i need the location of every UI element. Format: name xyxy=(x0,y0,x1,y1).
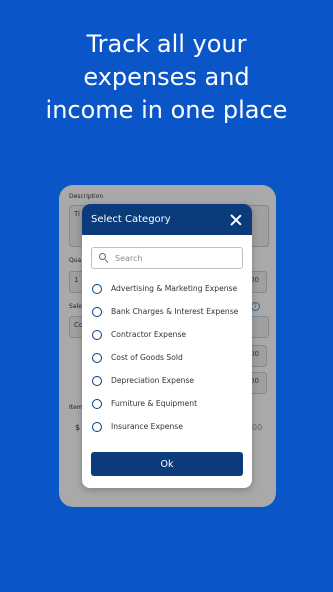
modal-header: Select Category xyxy=(82,204,252,235)
category-option-advertising[interactable]: Advertising & Marketing Expense xyxy=(92,277,247,300)
category-option-contractor[interactable]: Contractor Expense xyxy=(92,323,247,346)
ok-button[interactable]: Ok xyxy=(91,452,243,476)
amount-value-4: 00 xyxy=(252,423,263,432)
category-option-depreciation[interactable]: Depreciation Expense xyxy=(92,369,247,392)
category-label: Contractor Expense xyxy=(111,330,187,339)
close-icon[interactable] xyxy=(230,214,242,226)
radio-button-icon[interactable] xyxy=(92,352,102,363)
search-box[interactable] xyxy=(91,247,243,269)
radio-button-icon[interactable] xyxy=(92,375,102,386)
category-option-cogs[interactable]: Cost of Goods Sold xyxy=(92,346,247,369)
category-label: Advertising & Marketing Expense xyxy=(111,284,238,293)
radio-button-icon[interactable] xyxy=(92,306,102,317)
radio-button-icon[interactable] xyxy=(92,398,102,409)
headline-line-2: expenses and xyxy=(83,63,250,91)
currency-symbol: $ xyxy=(75,423,81,432)
headline-line-3: income in one place xyxy=(45,96,288,124)
search-icon xyxy=(99,253,109,264)
headline-line-1: Track all your xyxy=(86,30,247,58)
quantity-label: Qua xyxy=(69,257,82,264)
category-label: Insurance Expense xyxy=(111,422,183,431)
sales-label: Sale xyxy=(69,303,82,310)
headline: Track all your expenses and income in on… xyxy=(0,28,333,127)
modal-title: Select Category xyxy=(91,214,171,225)
select-category-modal: Select Category Advertising & Marketing … xyxy=(82,204,252,488)
category-option-bank-charges[interactable]: Bank Charges & Interest Expense xyxy=(92,300,247,323)
radio-button-icon[interactable] xyxy=(92,421,102,432)
category-label: Cost of Goods Sold xyxy=(111,353,183,362)
category-option-furniture[interactable]: Furniture & Equipment xyxy=(92,392,247,415)
description-label: Description xyxy=(69,193,104,200)
radio-button-icon[interactable] xyxy=(92,329,102,340)
description-value: Ti xyxy=(74,210,81,218)
category-label: Depreciation Expense xyxy=(111,376,195,385)
search-input[interactable] xyxy=(115,253,235,263)
category-option-insurance[interactable]: Insurance Expense xyxy=(92,415,247,438)
category-label: Furniture & Equipment xyxy=(111,399,198,408)
quantity-value: 1 xyxy=(74,276,79,284)
category-label: Bank Charges & Interest Expense xyxy=(111,307,239,316)
category-list: Advertising & Marketing Expense Bank Cha… xyxy=(92,277,247,438)
radio-button-icon[interactable] xyxy=(92,283,102,294)
info-icon[interactable]: i xyxy=(251,302,260,311)
items-label: Item xyxy=(69,404,83,411)
